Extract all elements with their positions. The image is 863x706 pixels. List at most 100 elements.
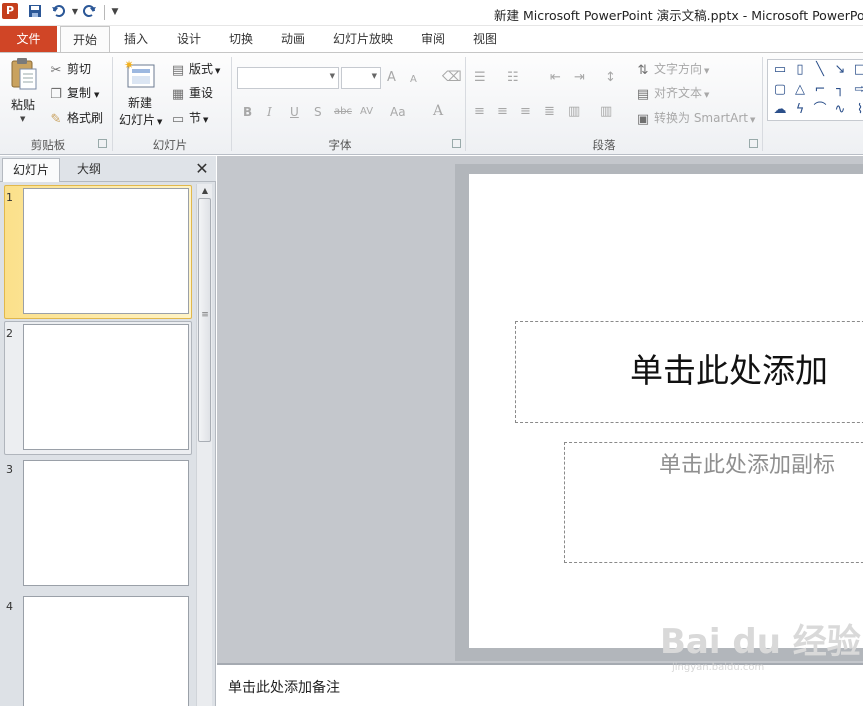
tab-slides[interactable]: 幻灯片 (2, 158, 60, 182)
save-icon[interactable] (27, 4, 43, 20)
paste-button[interactable]: 粘贴 (11, 95, 35, 115)
triangle-shape-icon[interactable]: △ (790, 81, 810, 99)
slide-thumbnail[interactable] (23, 324, 189, 450)
close-icon[interactable]: ✕ (193, 158, 211, 180)
underline-icon[interactable]: U (290, 102, 299, 122)
section-icon: ▭ (171, 111, 185, 127)
tab-slideshow[interactable]: 幻灯片放映 (328, 26, 398, 52)
baidu-logo: Bai du 经验 (660, 622, 861, 662)
vertical-textbox-shape-icon[interactable]: ▯ (790, 61, 810, 79)
clipboard-group-label: 剪贴板 (30, 138, 66, 152)
layout-button[interactable]: ▤ 版式 ▼ (170, 59, 221, 79)
cut-button[interactable]: ✂ 剪切 (48, 59, 91, 79)
current-slide[interactable] (469, 174, 863, 648)
right-arrow-shape-icon[interactable]: ⇨ (850, 81, 863, 99)
elbow-arrow-shape-icon[interactable]: ┐ (830, 81, 850, 99)
tab-insert[interactable]: 插入 (117, 26, 155, 52)
paragraph-dialog-launcher-icon[interactable] (749, 139, 758, 148)
freeform-shape-icon[interactable]: ⌇ (850, 101, 863, 119)
baidu-url: jingyan.baidu.com (672, 662, 765, 673)
shadow-icon[interactable]: S (314, 102, 322, 122)
columns-icon[interactable]: ▥ (600, 102, 612, 122)
paintbrush-icon: ✎ (50, 111, 62, 127)
slide-thumbnail[interactable] (23, 596, 189, 706)
character-spacing-icon[interactable]: AV (360, 102, 373, 122)
font-dialog-launcher-icon[interactable] (452, 139, 461, 148)
arc-shape-icon[interactable]: ⌒ (810, 101, 830, 119)
paste-icon[interactable] (8, 57, 42, 91)
align-text-button[interactable]: ▤ 对齐文本 ▼ (635, 83, 710, 103)
numbering-icon[interactable]: ☷ (507, 68, 519, 88)
slides-scrollbar[interactable]: ▲ ≡ (196, 184, 212, 706)
powerpoint-app-icon[interactable]: P (2, 3, 18, 19)
textbox-shape-icon[interactable]: ▭ (770, 61, 790, 79)
tab-transitions[interactable]: 切换 (222, 26, 260, 52)
shrink-font-icon[interactable]: A (410, 70, 417, 90)
tab-outline[interactable]: 大纲 (60, 158, 118, 182)
cloud-shape-icon[interactable]: ☁ (770, 101, 790, 119)
grow-font-icon[interactable]: A (387, 68, 396, 88)
lightning-shape-icon[interactable]: ϟ (790, 101, 810, 119)
group-divider (231, 57, 232, 151)
tab-home[interactable]: 开始 (60, 26, 110, 53)
clipboard-dialog-launcher-icon[interactable] (98, 139, 107, 148)
italic-icon[interactable]: I (267, 102, 272, 122)
layout-label: 版式 (189, 62, 214, 76)
tab-design[interactable]: 设计 (170, 26, 208, 52)
tab-file[interactable]: 文件 (0, 26, 57, 52)
text-direction-button[interactable]: ⇅ 文字方向 ▼ (635, 59, 710, 79)
reset-label: 重设 (189, 86, 214, 100)
justify-icon[interactable]: ≣ (544, 102, 555, 122)
text-direction-icon: ⇅ (637, 62, 649, 78)
shapes-gallery[interactable]: ▭ ▯ ╲ ↘ □ ▢ △ ⌐ ┐ ⇨ ☁ ϟ ⌒ ∿ ⌇ (767, 59, 863, 121)
copy-button[interactable]: ❐ 复制 ▼ (48, 83, 99, 103)
undo-icon[interactable] (50, 4, 66, 20)
notes-pane[interactable]: 单击此处添加备注 (217, 663, 863, 706)
bold-icon[interactable]: B (243, 102, 252, 122)
undo-dropdown-icon[interactable]: ▼ (67, 4, 83, 20)
clear-formatting-icon[interactable]: ⌫ (442, 67, 462, 87)
paste-dropdown-icon[interactable]: ▼ (20, 115, 25, 123)
reset-button[interactable]: ▦ 重设 (170, 83, 213, 103)
format-painter-button[interactable]: ✎ 格式刷 (48, 108, 103, 128)
strikethrough-icon[interactable]: abc (334, 102, 352, 122)
group-divider (762, 57, 763, 151)
curve-shape-icon[interactable]: ∿ (830, 101, 850, 119)
align-right-icon[interactable]: ≡ (520, 102, 531, 122)
align-left-icon[interactable]: ≡ (474, 102, 485, 122)
font-family-combo[interactable]: ▼ (237, 67, 339, 89)
tab-view[interactable]: 视图 (466, 26, 504, 52)
slide-number: 2 (6, 327, 13, 340)
tab-review[interactable]: 审阅 (414, 26, 452, 52)
new-slide-dropdown[interactable]: 幻灯片 ▼ (119, 110, 162, 130)
bullets-icon[interactable]: ☰ (474, 68, 486, 88)
redo-icon[interactable] (82, 4, 98, 20)
smartart-button[interactable]: ▣ 转换为 SmartArt ▼ (635, 108, 756, 128)
arrow-shape-icon[interactable]: ↘ (830, 61, 850, 79)
line-spacing-icon[interactable]: ↕ (605, 68, 616, 88)
scrollbar-thumb[interactable]: ≡ (198, 198, 211, 442)
section-button[interactable]: ▭ 节 ▼ (170, 108, 209, 128)
scroll-up-icon[interactable]: ▲ (197, 184, 213, 198)
elbow-connector-shape-icon[interactable]: ⌐ (810, 81, 830, 99)
tab-animations[interactable]: 动画 (274, 26, 312, 52)
decrease-indent-icon[interactable]: ⇤ (550, 68, 561, 88)
ribbon: 粘贴 ▼ ✂ 剪切 ❐ 复制 ▼ ✎ 格式刷 剪贴板 ✷ 新建 幻灯片 ▼ ▤ 版式 ▼ ▦ 重… (0, 52, 863, 155)
new-slide-icon[interactable]: ✷ (124, 58, 156, 89)
rectangle-shape-icon[interactable]: □ (850, 61, 863, 79)
increase-indent-icon[interactable]: ⇥ (574, 68, 585, 88)
line-shape-icon[interactable]: ╲ (810, 61, 830, 79)
align-center-icon[interactable]: ≡ (497, 102, 508, 122)
copy-label: 复制 (67, 86, 92, 100)
cut-label: 剪切 (67, 62, 92, 76)
slide-thumbnail[interactable] (23, 188, 189, 314)
font-size-combo[interactable]: ▼ (341, 67, 381, 89)
rounded-rectangle-shape-icon[interactable]: ▢ (770, 81, 790, 99)
slide-thumbnail[interactable] (23, 460, 189, 586)
text-direction-label: 文字方向 (654, 62, 703, 76)
customize-icon[interactable]: ▼ (107, 4, 123, 20)
distributed-icon[interactable]: ▥ (568, 102, 580, 122)
font-color-icon[interactable]: A (433, 101, 443, 121)
change-case-icon[interactable]: Aa (390, 102, 406, 122)
notes-placeholder: 单击此处添加备注 (228, 680, 340, 696)
